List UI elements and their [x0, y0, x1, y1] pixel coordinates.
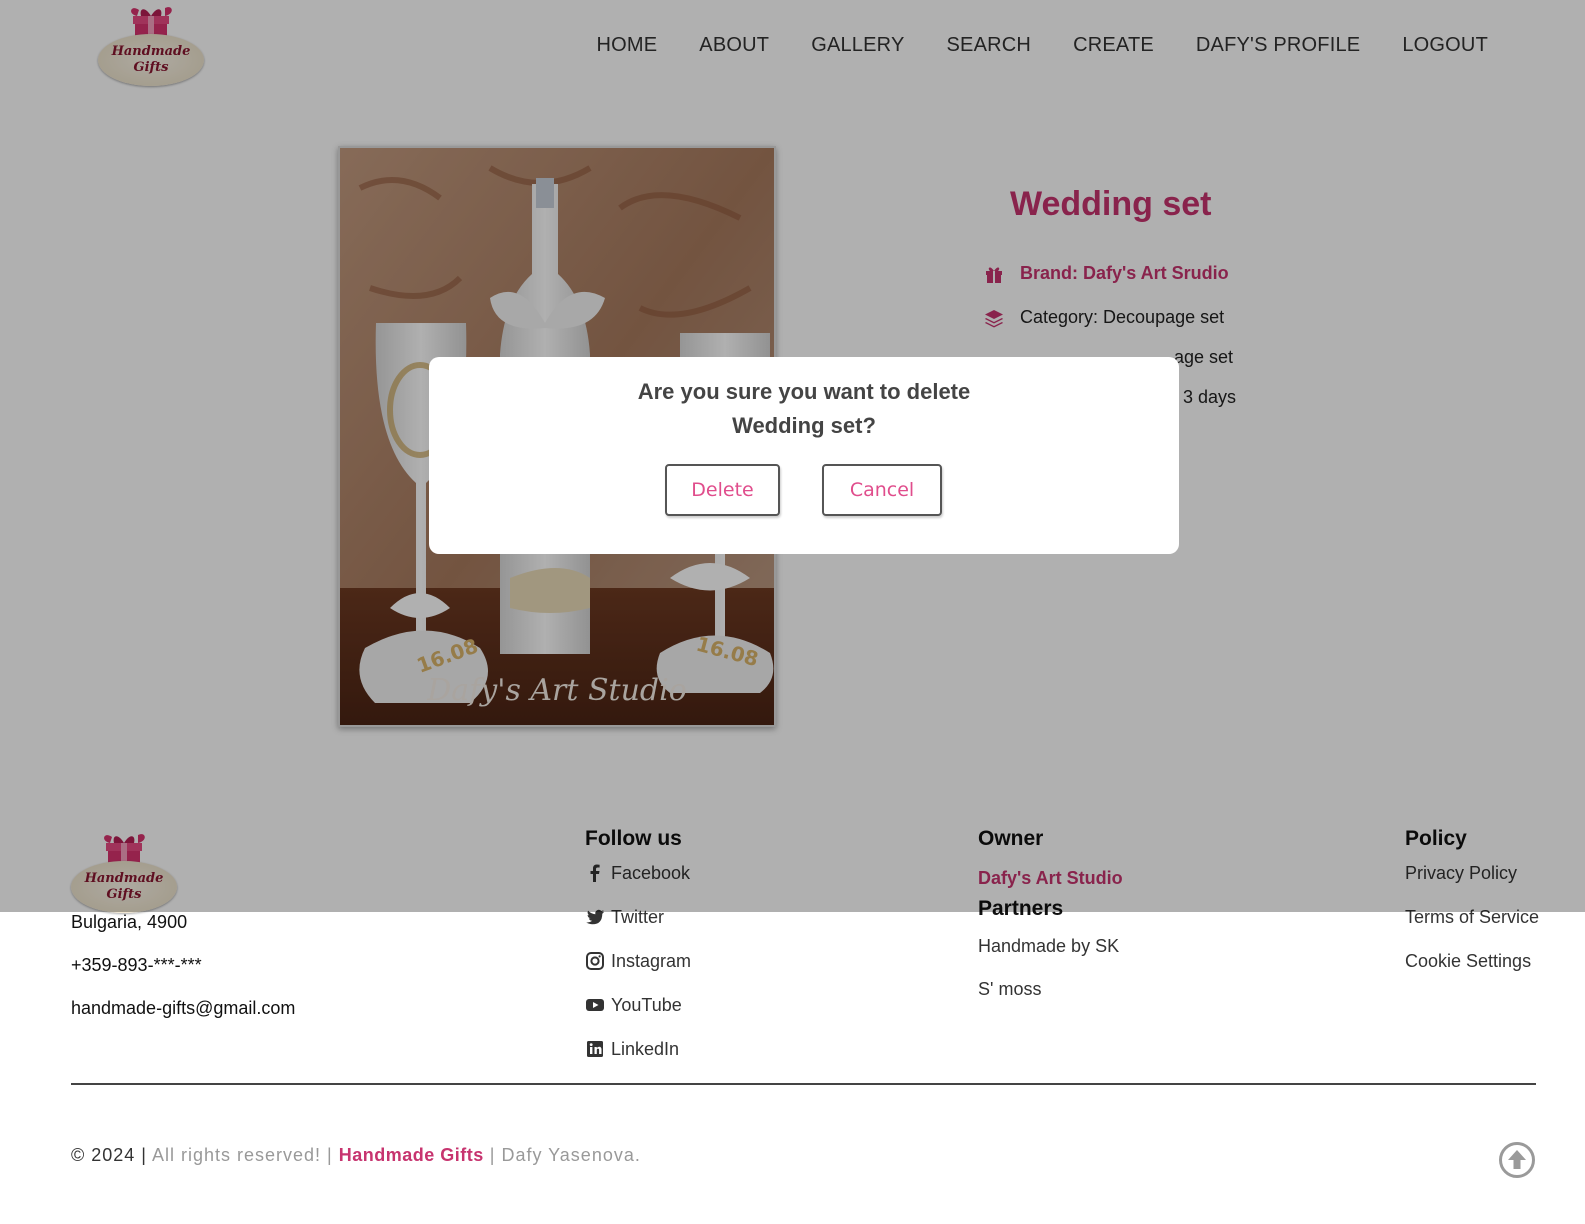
copyright-author: | Dafy Yasenova. [483, 1145, 641, 1165]
footer-contact: Bulgaria, 4900 +359-893-***-*** handmade… [71, 901, 295, 1030]
footer-divider [71, 1083, 1536, 1085]
partner-link[interactable]: S' moss [978, 968, 1123, 1011]
youtube-label: YouTube [611, 994, 682, 1015]
youtube-link[interactable]: YouTube [585, 983, 691, 1027]
delete-confirm-dialog: Are you sure you want to delete Wedding … [429, 357, 1179, 554]
cookie-settings-link[interactable]: Cookie Settings [1405, 939, 1539, 983]
delete-button[interactable]: Delete [665, 464, 780, 516]
footer-email[interactable]: handmade-gifts@gmail.com [71, 987, 295, 1030]
copyright-rights: All rights reserved! | [146, 1145, 339, 1165]
copyright: © 2024 | All rights reserved! | Handmade… [71, 1145, 641, 1166]
youtube-icon [586, 999, 604, 1011]
question-line-2: Wedding set? [732, 413, 876, 438]
partner-link[interactable]: Handmade by SK [978, 925, 1123, 968]
cancel-button[interactable]: Cancel [822, 464, 942, 516]
instagram-label: Instagram [611, 950, 692, 971]
linkedin-icon [587, 1041, 603, 1057]
instagram-link[interactable]: Instagram [585, 939, 691, 983]
copyright-brand[interactable]: Handmade Gifts [339, 1145, 484, 1165]
delete-confirm-question: Are you sure you want to delete Wedding … [429, 375, 1179, 443]
footer-phone: +359-893-***-*** [71, 955, 202, 975]
copyright-year: © 2024 | [71, 1145, 147, 1165]
linkedin-link[interactable]: LinkedIn [585, 1027, 691, 1071]
question-line-1: Are you sure you want to delete [637, 379, 971, 404]
instagram-icon [586, 952, 604, 970]
linkedin-label: LinkedIn [611, 1038, 680, 1059]
scroll-to-top-icon[interactable] [1498, 1141, 1536, 1179]
